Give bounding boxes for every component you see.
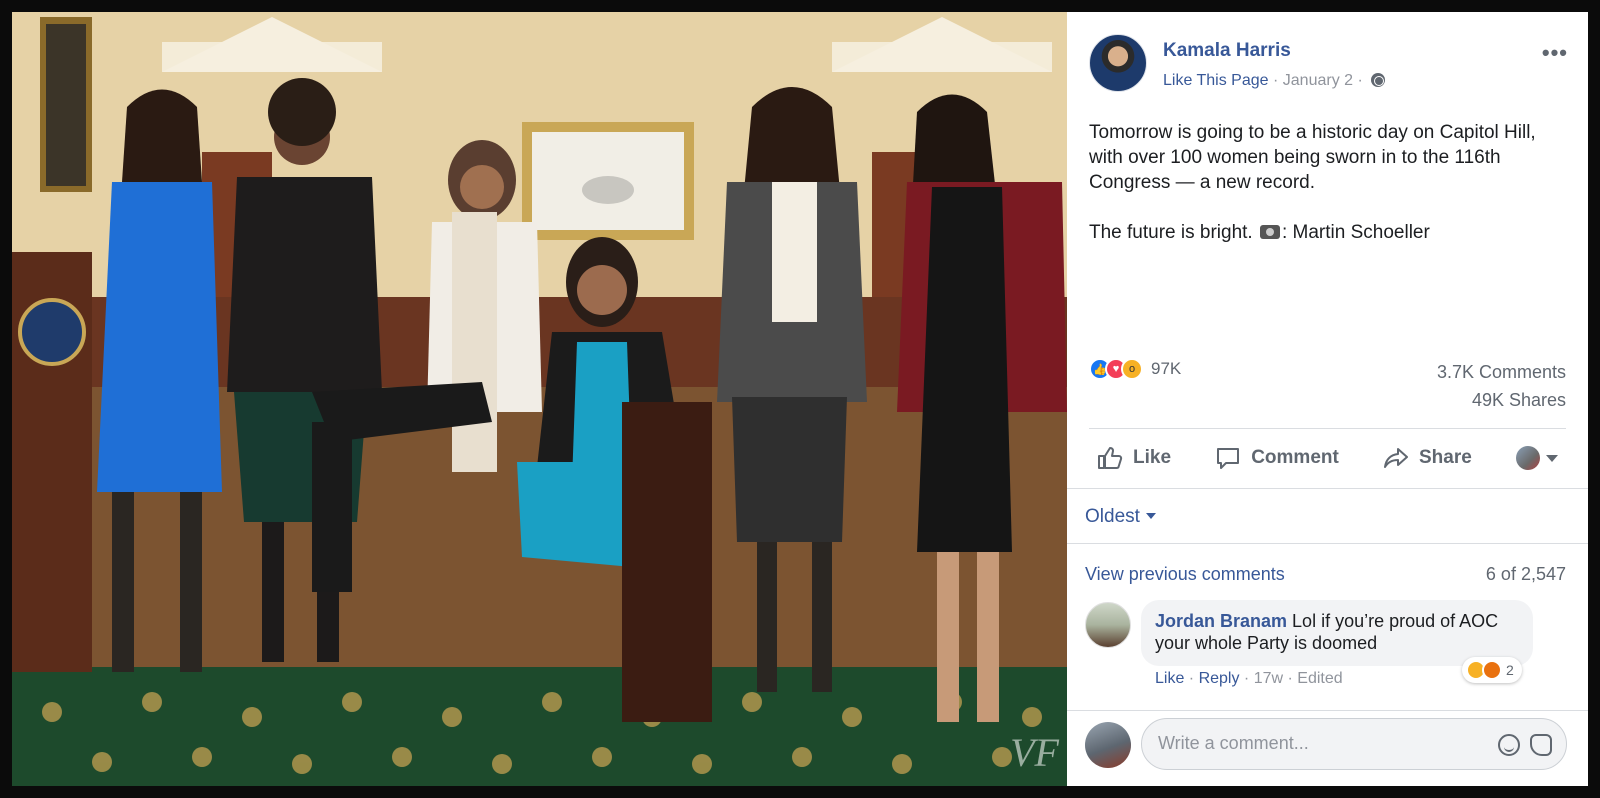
post-text: Tomorrow is going to be a historic day o… bbox=[1089, 120, 1569, 270]
comment-reactions[interactable]: 2 bbox=[1462, 657, 1522, 683]
comment-actions: Like · Reply · 17w · Edited bbox=[1155, 670, 1343, 687]
sticker-icon[interactable] bbox=[1530, 734, 1552, 756]
user-avatar-small bbox=[1515, 446, 1540, 470]
post-paragraph-2-start: The future is bright. bbox=[1089, 222, 1258, 243]
post-photo[interactable]: VF bbox=[12, 12, 1067, 786]
comment-reply-link[interactable]: Reply bbox=[1199, 670, 1240, 687]
page-name-link[interactable]: Kamala Harris bbox=[1163, 40, 1291, 62]
write-comment-input[interactable] bbox=[1158, 733, 1458, 754]
like-button-label: Like bbox=[1133, 447, 1172, 468]
comment-reaction-count: 2 bbox=[1506, 662, 1514, 678]
post-paragraph-1: Tomorrow is going to be a historic day o… bbox=[1089, 122, 1536, 193]
camera-icon bbox=[1259, 225, 1280, 239]
share-arrow-icon bbox=[1384, 448, 1408, 468]
like-this-page-link[interactable]: Like This Page bbox=[1163, 72, 1269, 89]
emoji-icon[interactable] bbox=[1498, 734, 1520, 756]
comment-meta: · 17w · Edited bbox=[1239, 670, 1343, 687]
comment-like-link[interactable]: Like bbox=[1155, 670, 1184, 687]
more-options-icon[interactable]: ••• bbox=[1542, 40, 1568, 66]
comments-count-link[interactable]: 3.7K Comments bbox=[1437, 362, 1566, 383]
comment-author-link[interactable]: Jordan Branam bbox=[1155, 611, 1287, 631]
post-paragraph-2: The future is bright. : Martin Schoeller bbox=[1089, 220, 1569, 245]
commenter-avatar[interactable] bbox=[1085, 602, 1131, 648]
comment-button-label: Comment bbox=[1251, 447, 1339, 468]
divider bbox=[1067, 710, 1588, 711]
comment-sort-label: Oldest bbox=[1085, 506, 1140, 527]
share-button-label: Share bbox=[1419, 447, 1472, 468]
wow-reaction-icon: o bbox=[1121, 358, 1143, 380]
post-date[interactable]: · January 2 · bbox=[1269, 72, 1368, 89]
photo-watermark: VF bbox=[1010, 730, 1059, 775]
post-side-panel: Kamala Harris Like This Page · January 2… bbox=[1067, 12, 1588, 786]
photo-illustration bbox=[12, 12, 1067, 786]
comment-composer[interactable] bbox=[1141, 718, 1567, 770]
comment-bubble-icon bbox=[1217, 448, 1240, 469]
thumbs-up-icon bbox=[1098, 447, 1123, 469]
facebook-theater-window: VF Kamala Harris Like This Page · Januar… bbox=[0, 0, 1600, 798]
angry-reaction-icon bbox=[1482, 660, 1502, 680]
post-header: Kamala Harris Like This Page · January 2… bbox=[1067, 12, 1588, 112]
post-as-selector[interactable] bbox=[1508, 446, 1566, 470]
comment-sort-dropdown[interactable]: Oldest bbox=[1085, 506, 1156, 528]
divider bbox=[1067, 488, 1588, 489]
reaction-count[interactable]: 97K bbox=[1151, 359, 1181, 379]
post-actions-bar: Like Comment Share bbox=[1089, 436, 1566, 480]
reaction-summary[interactable]: 👍 ♥ o 97K bbox=[1089, 358, 1181, 380]
page-avatar[interactable] bbox=[1089, 34, 1147, 92]
view-previous-comments-link[interactable]: View previous comments bbox=[1085, 564, 1285, 585]
shares-count-link[interactable]: 49K Shares bbox=[1472, 390, 1566, 411]
divider bbox=[1067, 543, 1588, 544]
comment-page-count: 6 of 2,547 bbox=[1485, 564, 1566, 584]
divider bbox=[1089, 428, 1566, 429]
share-button[interactable]: Share bbox=[1375, 446, 1480, 470]
caret-down-icon bbox=[1545, 454, 1558, 462]
current-user-avatar bbox=[1085, 722, 1131, 768]
caret-down-icon bbox=[1145, 513, 1156, 519]
globe-icon bbox=[1371, 73, 1386, 87]
comment-button[interactable]: Comment bbox=[1207, 446, 1347, 470]
like-button[interactable]: Like bbox=[1089, 446, 1179, 470]
post-paragraph-2-credit: : Martin Schoeller bbox=[1281, 222, 1430, 243]
post-meta: Like This Page · January 2 · bbox=[1163, 72, 1386, 90]
